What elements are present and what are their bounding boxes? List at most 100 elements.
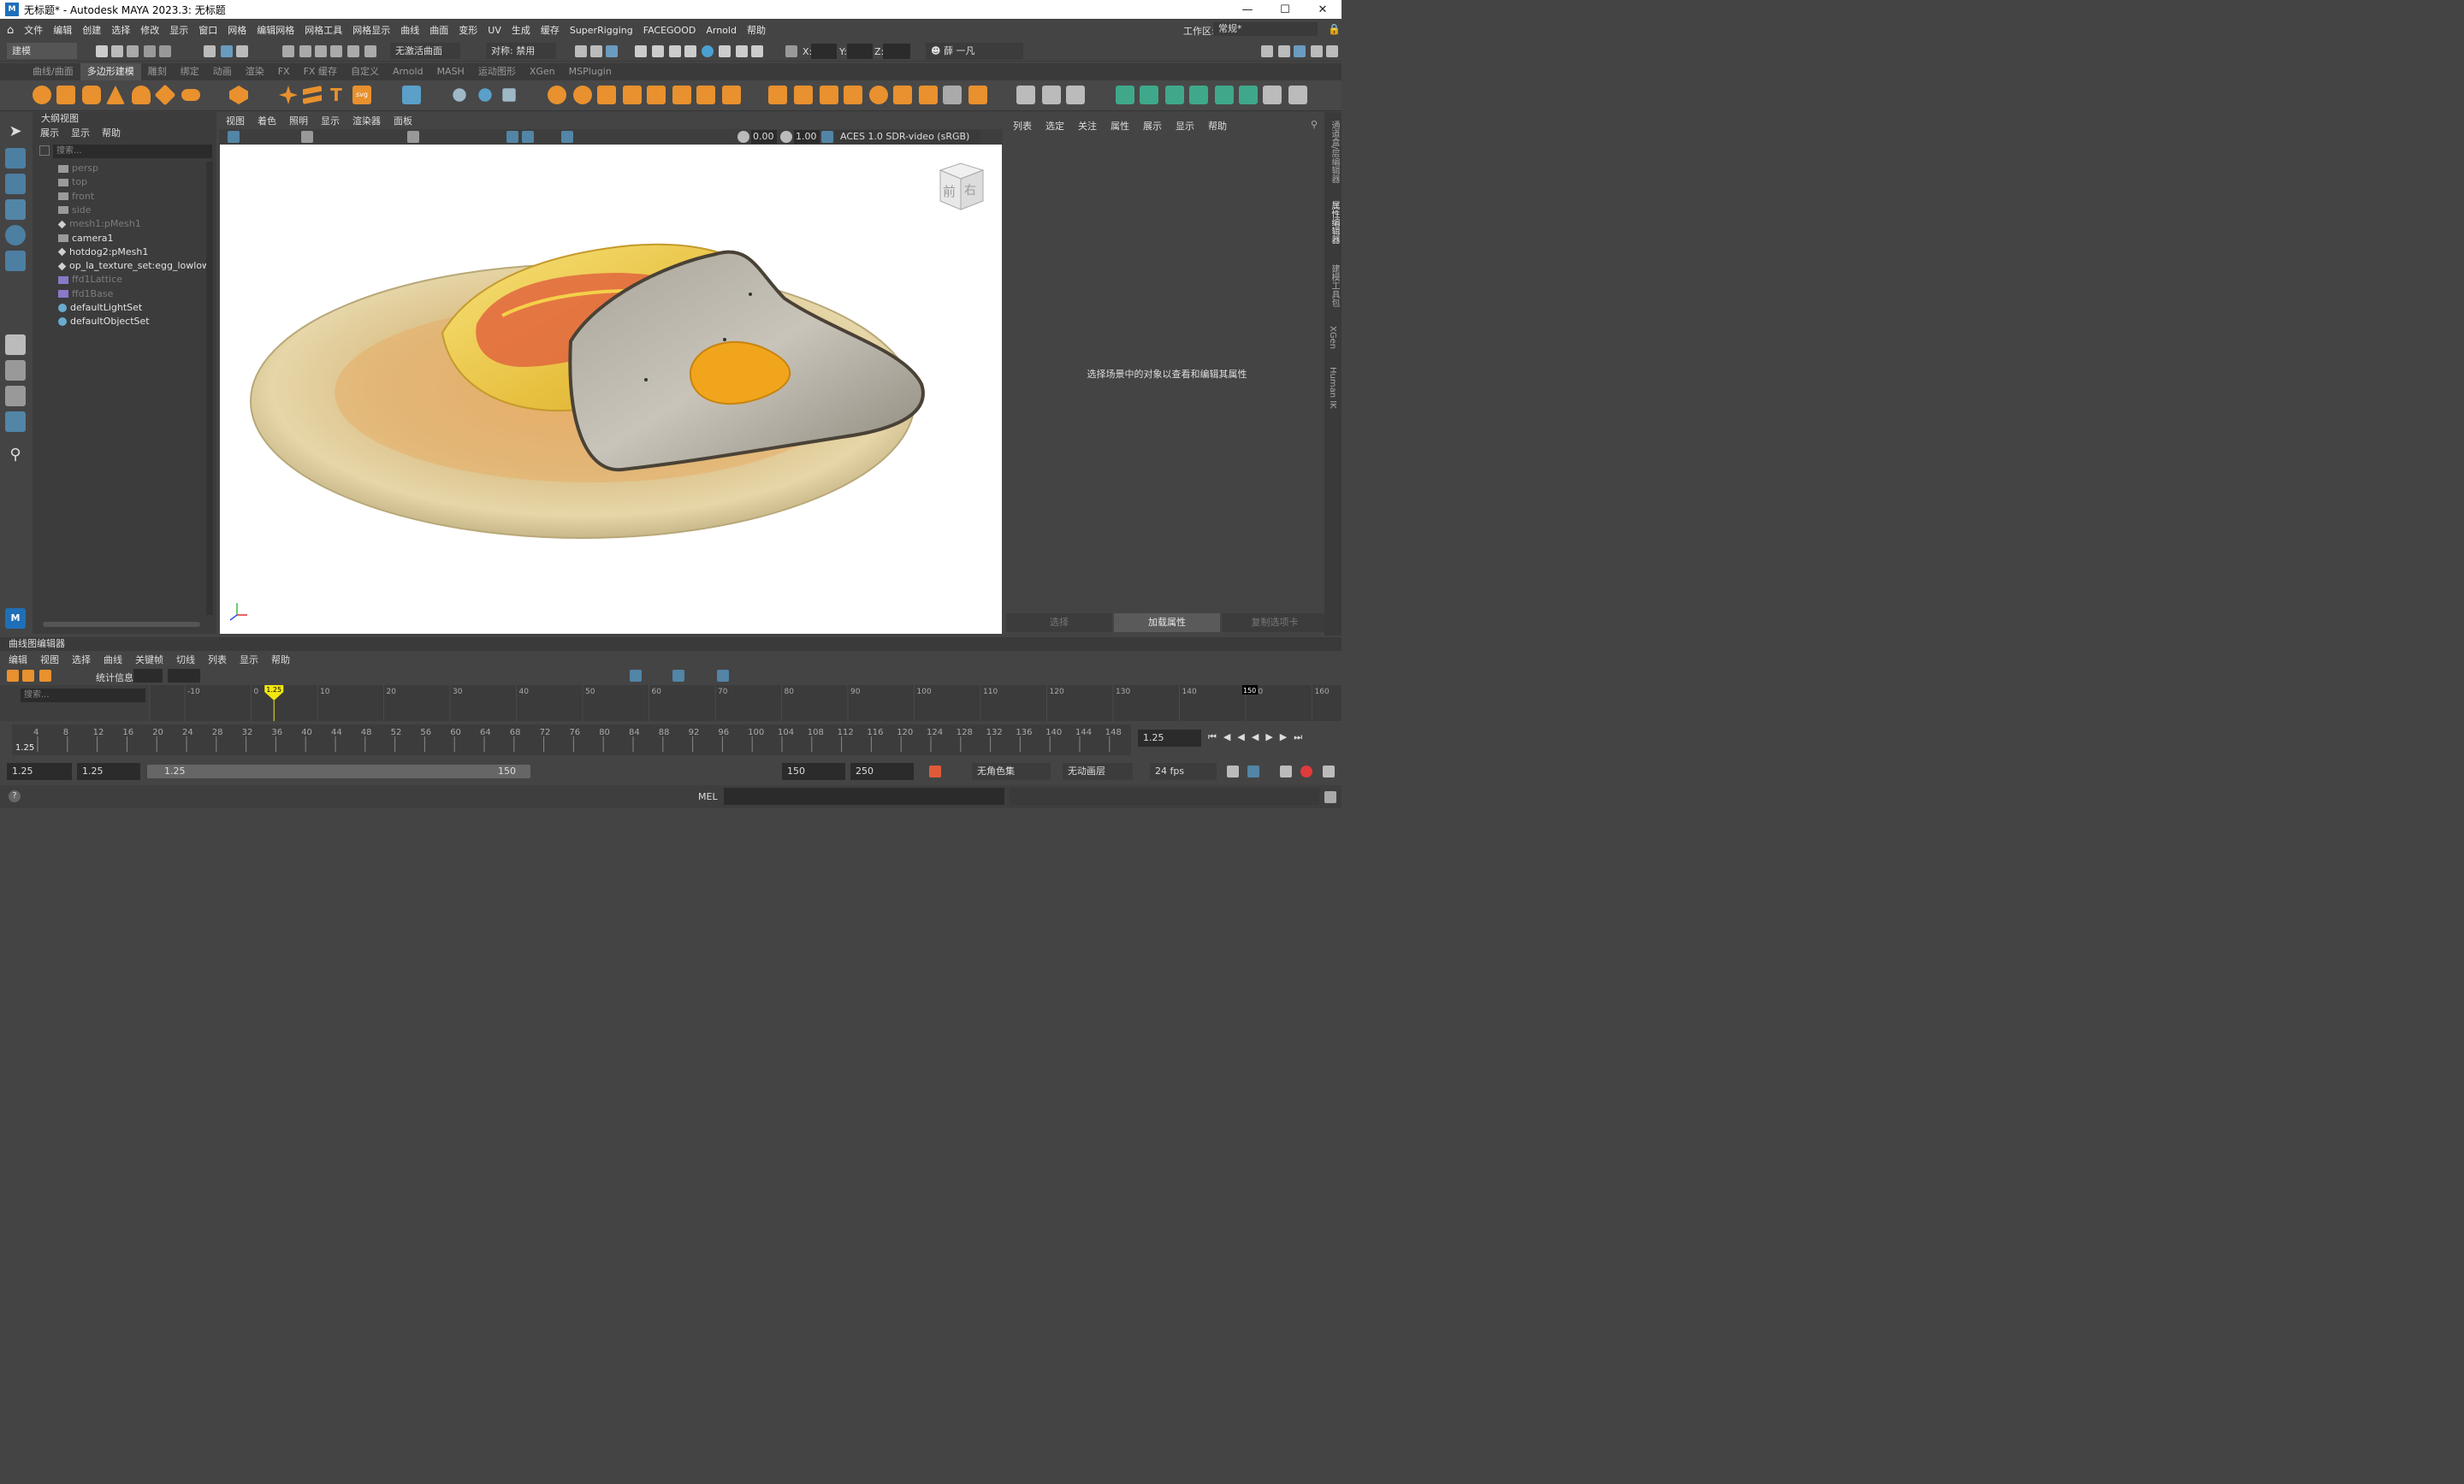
connect-icon[interactable]: [820, 86, 838, 104]
ge-menu-select[interactable]: 选择: [72, 653, 91, 666]
tab-rigging[interactable]: 绑定: [174, 63, 206, 80]
tab-arnold[interactable]: Arnold: [386, 63, 430, 80]
smooth-icon[interactable]: [502, 88, 516, 102]
poke-icon[interactable]: [943, 86, 962, 104]
tab-mash[interactable]: MASH: [430, 63, 471, 80]
toggle-tool-settings-icon[interactable]: [1311, 45, 1323, 57]
poly-plane-icon[interactable]: [154, 84, 176, 106]
workspace-select[interactable]: 常规*: [1213, 22, 1318, 36]
quad-draw-icon[interactable]: [844, 86, 862, 104]
outliner-item[interactable]: defaultLightSet: [58, 301, 142, 315]
extrude-icon[interactable]: [597, 86, 616, 104]
play-forwards-icon[interactable]: ▶: [1265, 731, 1279, 742]
toggle-attribute-editor-icon[interactable]: [1294, 45, 1306, 57]
character-set-select[interactable]: 无角色集: [972, 763, 1051, 780]
relax-icon[interactable]: [1066, 86, 1085, 104]
menu-edit[interactable]: 编辑: [53, 23, 72, 37]
combine-icon[interactable]: [453, 88, 466, 102]
menu-mesh-display[interactable]: 网格显示: [352, 23, 390, 37]
outliner-search-input[interactable]: 搜索...: [53, 145, 212, 158]
outliner-filter-icon[interactable]: [39, 145, 50, 156]
ae-menu-help[interactable]: 帮助: [1208, 119, 1227, 133]
y-field[interactable]: [847, 44, 873, 59]
ge-menu-show[interactable]: 显示: [240, 653, 258, 666]
outliner-item[interactable]: top: [58, 175, 87, 189]
outliner-item[interactable]: front: [58, 190, 94, 204]
ae-menu-display[interactable]: 显示: [1176, 119, 1194, 133]
outliner-item[interactable]: ffd1Base: [58, 287, 113, 301]
menu-edit-mesh[interactable]: 编辑网格: [257, 23, 294, 37]
ge-menu-help[interactable]: 帮助: [271, 653, 290, 666]
color-management-icon[interactable]: [821, 131, 833, 143]
step-forward-frame-icon[interactable]: ▶: [1280, 731, 1294, 742]
redo-icon[interactable]: [159, 45, 171, 57]
render-current-frame-icon[interactable]: [635, 45, 647, 57]
ge-menu-view[interactable]: 视图: [40, 653, 59, 666]
sew-uv-icon[interactable]: [1288, 86, 1307, 104]
ipr-render-icon[interactable]: [652, 45, 664, 57]
tab-curves-surfaces[interactable]: 曲线/曲面: [26, 63, 80, 80]
outliner-item[interactable]: defaultObjectSet: [58, 315, 150, 328]
snap-surface-icon[interactable]: [347, 45, 359, 57]
ae-menu-attributes[interactable]: 属性: [1111, 119, 1129, 133]
edge-loop-icon[interactable]: [893, 86, 912, 104]
auto-load-icon[interactable]: [672, 670, 684, 682]
tab-rendering[interactable]: 渲染: [239, 63, 271, 80]
auto-key-icon[interactable]: [1300, 766, 1312, 777]
undo-icon[interactable]: [144, 45, 156, 57]
toggle-character-controls-icon[interactable]: [1278, 45, 1290, 57]
menu-set-select[interactable]: 建模: [7, 43, 77, 59]
menu-create[interactable]: 创建: [82, 23, 101, 37]
tab-motion-graphics[interactable]: 运动图形: [471, 63, 523, 80]
render-settings-icon[interactable]: [684, 45, 696, 57]
move-key-icon[interactable]: [7, 670, 19, 682]
ae-menu-list[interactable]: 列表: [1013, 119, 1032, 133]
menu-superrigging[interactable]: SuperRigging: [570, 25, 633, 36]
viewport-menu-view[interactable]: 视图: [226, 114, 245, 127]
automatic-uv-icon[interactable]: [1189, 86, 1208, 104]
hypershade-icon[interactable]: [606, 45, 618, 57]
menu-display[interactable]: 显示: [169, 23, 188, 37]
outliner-menu-help[interactable]: 帮助: [102, 126, 121, 139]
ae-load-attributes-button[interactable]: 加载属性: [1114, 613, 1220, 632]
stats-field-1[interactable]: [133, 669, 163, 683]
ge-menu-tangents[interactable]: 切线: [176, 653, 195, 666]
outliner-item[interactable]: hotdog2:pMesh1: [57, 245, 148, 259]
four-view-layout-icon[interactable]: [5, 360, 26, 381]
graph-editor-search-input[interactable]: 搜索...: [21, 689, 145, 702]
step-back-frame-icon[interactable]: ◀: [1237, 731, 1251, 742]
average-vertices-icon[interactable]: [1042, 86, 1061, 104]
live-surface-field[interactable]: 无激活曲面: [390, 43, 460, 59]
viewport-menu-show[interactable]: 显示: [321, 114, 340, 127]
side-tab-attribute-editor[interactable]: 属性编辑器: [1328, 201, 1341, 244]
bookmark-icon[interactable]: [929, 766, 941, 777]
range-slider[interactable]: 1.25 150: [147, 765, 530, 778]
single-view-layout-icon[interactable]: [5, 334, 26, 355]
target-weld-icon[interactable]: [794, 86, 813, 104]
ae-copy-tab-button[interactable]: 复制选项卡: [1222, 613, 1328, 632]
snap-edge-icon[interactable]: [364, 45, 376, 57]
side-tab-xgen[interactable]: XGen: [1328, 326, 1337, 349]
toggle-modeling-toolkit-icon[interactable]: [1261, 45, 1273, 57]
playback-end-field[interactable]: 150: [782, 763, 845, 780]
insert-key-icon[interactable]: [22, 670, 34, 682]
poly-torus-icon[interactable]: [132, 86, 151, 104]
unfold-uv-icon[interactable]: [1215, 86, 1234, 104]
menu-windows[interactable]: 窗口: [198, 23, 217, 37]
outliner-item[interactable]: persp: [58, 162, 98, 175]
sound-icon[interactable]: [1280, 766, 1292, 777]
exposure-field[interactable]: 0.00: [751, 130, 777, 144]
z-field[interactable]: [883, 44, 910, 59]
menu-deform[interactable]: 变形: [459, 23, 477, 37]
scale-tool-icon[interactable]: [5, 251, 26, 271]
menu-mesh[interactable]: 网格: [228, 23, 246, 37]
construction-history-icon[interactable]: [575, 45, 587, 57]
separate-icon[interactable]: [478, 88, 492, 102]
snap-grid-icon[interactable]: [282, 45, 294, 57]
tab-msplugin[interactable]: MSPlugin: [562, 63, 619, 80]
gamma-field[interactable]: 1.00: [794, 130, 820, 144]
poly-cone-icon[interactable]: [106, 86, 125, 104]
snap-curve-icon[interactable]: [299, 45, 311, 57]
pause-icon[interactable]: [751, 45, 763, 57]
smooth-shade-icon[interactable]: [522, 131, 534, 143]
